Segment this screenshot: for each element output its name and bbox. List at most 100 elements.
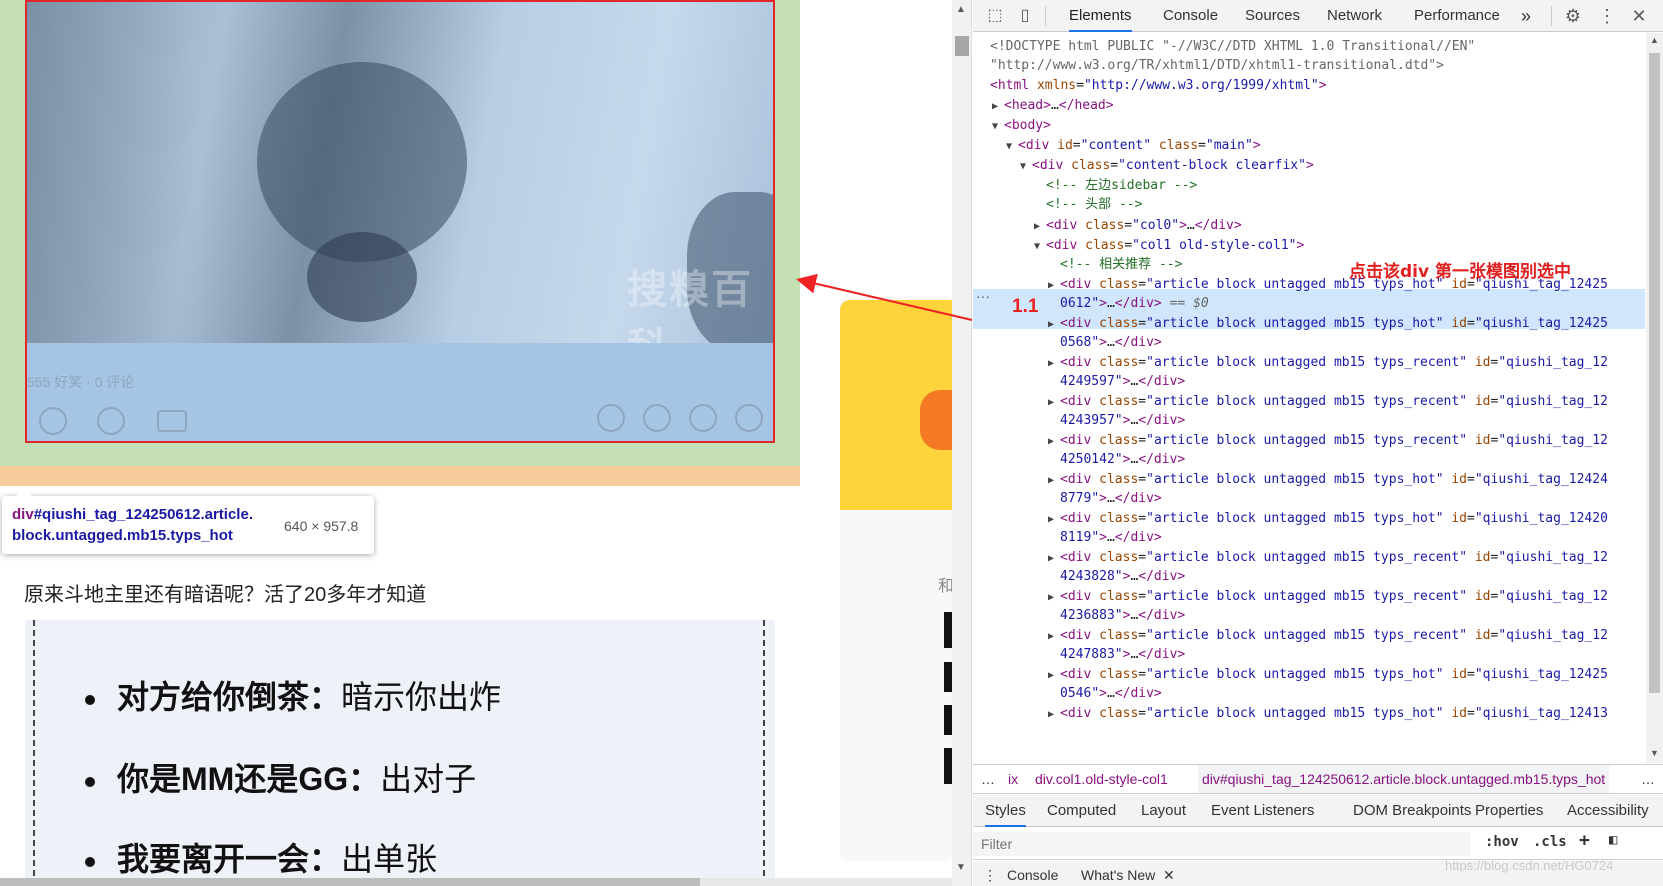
breadcrumb-item-selected[interactable]: div#qiushi_tag_124250612.article.block.u… bbox=[1198, 765, 1610, 793]
article-title[interactable]: 原来斗地主里还有暗语呢？活了20多年才知道 bbox=[24, 578, 426, 607]
dom-node-article-cont[interactable]: 0546">…</div> bbox=[1060, 684, 1162, 704]
dom-node-article-cont[interactable]: 4243828">…</div> bbox=[1060, 567, 1185, 587]
page-vscroll-thumb[interactable] bbox=[955, 36, 969, 56]
comment-icon[interactable] bbox=[157, 410, 187, 432]
tab-accessibility[interactable]: Accessibility bbox=[1567, 795, 1649, 827]
tab-properties[interactable]: Properties bbox=[1475, 795, 1543, 827]
annotation-note: 点击该div 第一张模图别选中 bbox=[1349, 262, 1571, 282]
more-tabs-icon[interactable]: » bbox=[1521, 0, 1531, 32]
toggle-sidebar-icon[interactable]: ◧ bbox=[1609, 832, 1617, 848]
dom-tree-scrollbar[interactable]: ▲ ▼ bbox=[1646, 33, 1663, 763]
expand-arrow-icon: ▶ bbox=[1048, 397, 1055, 408]
sidebar-text: 和 bbox=[938, 578, 952, 595]
tab-sources[interactable]: Sources bbox=[1245, 0, 1300, 32]
bullet-icon bbox=[85, 694, 95, 705]
dom-node-article[interactable]: ▶ <div class="article block untagged mb15… bbox=[1048, 314, 1608, 335]
chat-icon[interactable] bbox=[597, 404, 625, 432]
tab-dom-breakpoints[interactable]: DOM Breakpoints bbox=[1353, 795, 1471, 827]
dom-comment[interactable]: <!-- 左边sidebar --> bbox=[1046, 176, 1197, 196]
dom-node-article[interactable]: ▶ <div class="article block untagged mb15… bbox=[1048, 392, 1608, 413]
breadcrumb-item[interactable]: ix bbox=[1008, 765, 1018, 793]
article-image[interactable]: 对方给你倒茶：暗示你出炸 你是MM还是GG：出对子 我要离开一会：出单张 bbox=[25, 620, 775, 886]
drawer-tab-console[interactable]: Console bbox=[1007, 867, 1058, 883]
breadcrumb-item-col1[interactable]: div.col1.old-style-col1 bbox=[1035, 765, 1168, 793]
bullet-icon bbox=[85, 856, 95, 867]
image-line: 我要离开一会：出单张 bbox=[85, 834, 437, 880]
new-style-rule-icon[interactable]: + bbox=[1579, 830, 1590, 851]
dom-node-article[interactable]: ▶ <div class="article block untagged mb15… bbox=[1048, 587, 1608, 608]
dom-node-article-cont[interactable]: 8779">…</div> bbox=[1060, 489, 1162, 509]
tab-event-listeners[interactable]: Event Listeners bbox=[1211, 795, 1314, 827]
styles-tabbar: Styles Computed Layout Event Listeners D… bbox=[973, 795, 1663, 827]
dom-node-content[interactable]: ▼ <div id="content" class="main"> bbox=[1006, 136, 1261, 157]
dom-node-article-cont[interactable]: 8119">…</div> bbox=[1060, 528, 1162, 548]
tooltip-tag: div bbox=[12, 506, 34, 523]
post-stats: 555 好笑 · 0 评论 bbox=[27, 374, 135, 390]
dom-comment[interactable]: <!-- 头部 --> bbox=[1046, 195, 1142, 215]
tab-computed[interactable]: Computed bbox=[1047, 795, 1116, 827]
star-icon[interactable] bbox=[689, 404, 717, 432]
drawer-tab-whats-new[interactable]: What's New bbox=[1081, 867, 1155, 883]
dom-tree-scroll-thumb[interactable] bbox=[1649, 53, 1660, 693]
device-toolbar-icon[interactable]: ▯ bbox=[1015, 6, 1035, 26]
dom-node-html[interactable]: <html xmlns="http://www.w3.org/1999/xhtm… bbox=[990, 76, 1327, 96]
scroll-down-icon[interactable]: ▼ bbox=[956, 862, 966, 873]
scroll-up-icon[interactable]: ▲ bbox=[1650, 35, 1659, 45]
dom-node-article-cont[interactable]: 4243957">…</div> bbox=[1060, 411, 1185, 431]
dom-node-article-cont[interactable]: 4247883">…</div> bbox=[1060, 645, 1185, 665]
post-photo[interactable]: 搜糗百科 bbox=[27, 2, 773, 343]
breadcrumb-overflow[interactable]: … bbox=[981, 765, 995, 793]
kebab-menu-icon[interactable]: ⋮ bbox=[1597, 6, 1617, 26]
dom-node-col1[interactable]: ▼ <div class="col1 old-style-col1"> bbox=[1034, 236, 1304, 257]
dom-node-article[interactable]: ▶ <div class="article block untagged mb15… bbox=[1048, 353, 1608, 374]
tab-styles[interactable]: Styles bbox=[985, 795, 1026, 827]
element-tooltip: div#qiushi_tag_124250612.article. block.… bbox=[2, 488, 374, 554]
dom-node-article[interactable]: ▶ <div class="article block untagged mb15… bbox=[1048, 470, 1608, 491]
hov-toggle[interactable]: :hov bbox=[1485, 834, 1519, 850]
close-icon[interactable]: ✕ bbox=[1629, 6, 1649, 26]
inspect-element-icon[interactable]: ⬚ bbox=[985, 6, 1005, 26]
tab-console[interactable]: Console bbox=[1163, 0, 1218, 32]
cls-toggle[interactable]: .cls bbox=[1533, 834, 1567, 850]
expand-arrow-icon: ▶ bbox=[1048, 592, 1055, 603]
dom-node-article-cont[interactable]: 4249597">…</div> bbox=[1060, 372, 1185, 392]
scroll-up-icon[interactable]: ▲ bbox=[956, 4, 966, 15]
dom-node-article[interactable]: ▶ <div class="article block untagged mb15… bbox=[1048, 665, 1608, 686]
page-scrollbar-thumb[interactable] bbox=[0, 878, 700, 886]
dom-node-article[interactable]: ▶ <div class="article block untagged mb15… bbox=[1048, 509, 1608, 530]
share-icon[interactable] bbox=[735, 404, 763, 432]
dom-node-content-block[interactable]: ▼ <div class="content-block clearfix"> bbox=[1020, 156, 1314, 177]
dom-node-head[interactable]: ▶ <head>…</head> bbox=[992, 96, 1114, 117]
dom-node-col0[interactable]: ▶ <div class="col0">…</div> bbox=[1034, 216, 1242, 237]
page-vertical-scrollbar[interactable]: ▲ ▼ bbox=[952, 0, 972, 886]
sad-icon[interactable] bbox=[97, 407, 125, 435]
dom-comment[interactable]: <!-- 相关推荐 --> bbox=[1060, 255, 1182, 275]
expand-arrow-icon: ▶ bbox=[1048, 553, 1055, 564]
gear-icon[interactable]: ⚙ bbox=[1563, 6, 1583, 26]
tab-performance[interactable]: Performance bbox=[1414, 0, 1500, 32]
tab-elements[interactable]: Elements bbox=[1069, 0, 1132, 32]
dom-node-article-cont[interactable]: 0568">…</div> bbox=[1060, 333, 1162, 353]
scroll-down-icon[interactable]: ▼ bbox=[1650, 748, 1659, 758]
smile-icon[interactable] bbox=[39, 407, 67, 435]
dom-node-article[interactable]: ▶ <div class="article block untagged mb15… bbox=[1048, 704, 1608, 725]
close-drawer-tab-icon[interactable]: ✕ bbox=[1163, 867, 1175, 884]
dom-node-article-cont[interactable]: 4236883">…</div> bbox=[1060, 606, 1185, 626]
bell-icon[interactable] bbox=[643, 404, 671, 432]
expand-arrow-icon: ▶ bbox=[1048, 670, 1055, 681]
dom-node-article[interactable]: ▶ <div class="article block untagged mb15… bbox=[1048, 431, 1608, 452]
dom-node-article-cont[interactable]: 0612">…</div> == $0 bbox=[1060, 294, 1209, 314]
dom-node-article-cont[interactable]: 4250142">…</div> bbox=[1060, 450, 1185, 470]
sidebar-bar bbox=[944, 612, 952, 648]
breadcrumb-overflow-right[interactable]: … bbox=[1641, 765, 1655, 793]
dom-node-article[interactable]: ▶ <div class="article block untagged mb15… bbox=[1048, 626, 1608, 647]
tab-network[interactable]: Network bbox=[1327, 0, 1382, 32]
styles-filter-input[interactable] bbox=[973, 832, 1470, 856]
expand-arrow-icon: ▶ bbox=[1048, 514, 1055, 525]
dom-node-article[interactable]: ▶ <div class="article block untagged mb15… bbox=[1048, 548, 1608, 569]
expand-arrow-icon: ▶ bbox=[1048, 319, 1055, 330]
tab-layout[interactable]: Layout bbox=[1141, 795, 1186, 827]
sidebar-bar bbox=[944, 662, 952, 692]
drawer-menu-icon[interactable]: ⋮ bbox=[983, 867, 997, 884]
dom-node-body[interactable]: ▼ <body> bbox=[992, 116, 1051, 137]
